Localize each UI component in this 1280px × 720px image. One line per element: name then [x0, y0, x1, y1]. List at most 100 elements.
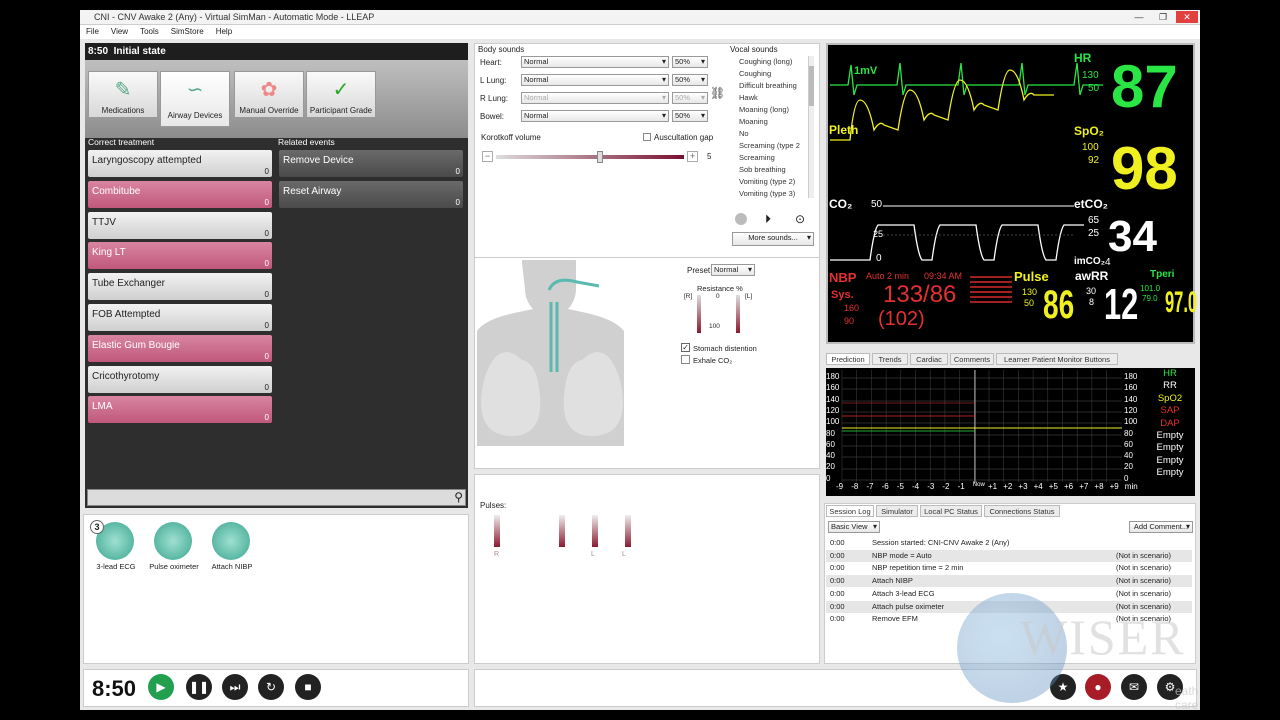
sound-volume-dropdown[interactable]: 50%: [672, 92, 708, 104]
tab-learner-patient-monitor-buttons[interactable]: Learner Patient Monitor Buttons: [996, 353, 1118, 365]
stop-sound-icon[interactable]: [735, 213, 747, 225]
reset-button[interactable]: ↻: [258, 674, 284, 700]
stop-button[interactable]: ■: [295, 674, 321, 700]
y-tick-label: 60: [826, 439, 835, 449]
vocal-sound-item[interactable]: Screaming: [736, 152, 808, 164]
add-comment-button[interactable]: Add Comment...: [1129, 521, 1193, 533]
vocal-sound-item[interactable]: Moaning (long): [736, 104, 808, 116]
device-pulse-oximeter[interactable]: Pulse oximeter: [148, 520, 200, 580]
vocal-sound-item[interactable]: Difficult breathing: [736, 80, 808, 92]
vocal-sound-item[interactable]: Screaming (type 2: [736, 140, 808, 152]
category-airway-devices[interactable]: ∽ Airway Devices: [160, 71, 230, 127]
treatment-button[interactable]: Cricothyrotomy 0: [88, 365, 272, 393]
sound-volume-dropdown[interactable]: 50%: [672, 110, 708, 122]
play-button[interactable]: ▶: [148, 674, 174, 700]
treatment-button[interactable]: Tube Exchanger 0: [88, 273, 272, 301]
related-event-button[interactable]: Reset Airway 0: [279, 180, 463, 208]
treatment-button[interactable]: FOB Attempted 0: [88, 304, 272, 331]
treatment-button[interactable]: LMA 0: [88, 396, 272, 424]
treatment-button[interactable]: Elastic Gum Bougie 0: [88, 334, 272, 362]
treatment-button[interactable]: Combitube 0: [88, 180, 272, 208]
stomach-checkbox[interactable]: ✓: [681, 343, 690, 352]
preset-dropdown[interactable]: Normal: [711, 264, 755, 276]
search-bar[interactable]: ⚲: [87, 489, 466, 506]
skip-button[interactable]: ⏭: [222, 674, 248, 700]
y-tick-label: 100: [826, 417, 840, 427]
radial-pulse-slider-2[interactable]: [592, 515, 598, 547]
loop-sound-icon[interactable]: ⊙: [795, 212, 805, 226]
tab-session-log[interactable]: Session Log: [826, 505, 874, 517]
category-participant-grade[interactable]: ✓ Participant Grade: [306, 71, 376, 118]
volume-slider-thumb[interactable]: [597, 151, 603, 163]
vocal-sound-item[interactable]: Vomiting (type 3): [736, 188, 808, 198]
treatment-button[interactable]: King LT 0: [88, 242, 272, 270]
device-nibp-cuff[interactable]: Attach NIBP: [206, 520, 258, 580]
ecg-badge: 3: [90, 520, 104, 534]
vocal-sound-item[interactable]: Coughing: [736, 68, 808, 80]
category-medications[interactable]: ✎ Medications: [88, 71, 158, 118]
search-icon[interactable]: ⚲: [454, 490, 463, 505]
treatment-label: Cricothyrotomy: [92, 370, 160, 382]
spo2-low-alarm: 92: [1088, 155, 1100, 166]
vocal-sound-item[interactable]: No: [736, 128, 808, 140]
link-icon[interactable]: ⛓: [710, 86, 725, 100]
vocal-sound-list[interactable]: Coughing (long) Coughing Difficult breathi…: [736, 56, 808, 198]
sound-type-dropdown[interactable]: Normal: [521, 110, 669, 122]
category-manual-override[interactable]: ✿ Manual Override: [234, 71, 304, 118]
menu-help[interactable]: Help: [216, 27, 232, 36]
treatment-label: LMA: [92, 401, 113, 413]
volume-slider[interactable]: [496, 155, 684, 159]
vocal-sound-item[interactable]: Vomiting (type 2): [736, 176, 808, 188]
body-sounds-title: Body sounds: [478, 45, 525, 54]
vocal-sound-item[interactable]: Hawk: [736, 92, 808, 104]
pedal-pulse-slider[interactable]: [625, 515, 631, 547]
left-lung-resistance-slider[interactable]: [736, 295, 740, 333]
treatment-count: 0: [264, 351, 269, 361]
menu-view[interactable]: View: [111, 27, 128, 36]
log-view-dropdown[interactable]: Basic View: [828, 521, 880, 533]
tab-local-pc-status[interactable]: Local PC Status: [920, 505, 982, 517]
maximize-button[interactable]: ❐: [1152, 11, 1174, 23]
sound-type-dropdown[interactable]: Normal: [521, 56, 669, 68]
vocal-sound-item[interactable]: Coughing (long): [736, 56, 808, 68]
sound-type-dropdown[interactable]: Normal: [521, 92, 669, 104]
tab-comments[interactable]: Comments: [950, 353, 994, 365]
treatment-count: 0: [264, 382, 269, 392]
more-sounds-button[interactable]: More sounds...: [732, 232, 814, 246]
vocal-sound-item[interactable]: Moaning: [736, 116, 808, 128]
auscultation-checkbox[interactable]: [643, 133, 651, 141]
play-sound-icon[interactable]: ⏵: [765, 212, 771, 227]
radial-pulse-slider[interactable]: [559, 515, 565, 547]
tab-simulator[interactable]: Simulator: [876, 505, 918, 517]
sound-row-label: L Lung:: [480, 76, 507, 85]
device-ecg-electrode[interactable]: 3 3-lead ECG: [90, 520, 142, 580]
right-lung-resistance-slider[interactable]: [697, 295, 701, 333]
exhale-checkbox[interactable]: [681, 355, 690, 364]
menu-simstore[interactable]: SimStore: [171, 27, 204, 36]
tab-trends[interactable]: Trends: [872, 353, 908, 365]
tab-cardiac[interactable]: Cardiac: [910, 353, 948, 365]
tab-prediction[interactable]: Prediction: [826, 353, 870, 365]
treatment-button[interactable]: Laryngoscopy attempted 0: [88, 150, 272, 177]
pause-button[interactable]: ❚❚: [186, 674, 212, 700]
menu-tools[interactable]: Tools: [140, 27, 159, 36]
related-event-button[interactable]: Remove Device 0: [279, 150, 463, 177]
close-button[interactable]: ✕: [1176, 11, 1198, 23]
trend-tabs: Prediction Trends Cardiac Comments Learner P…: [826, 353, 1195, 366]
sound-type-dropdown[interactable]: Normal: [521, 74, 669, 86]
sound-volume-dropdown[interactable]: 50%: [672, 56, 708, 68]
menu-file[interactable]: File: [86, 27, 99, 36]
carotid-pulse-slider[interactable]: [494, 515, 500, 547]
x-tick-label: +6: [1064, 482, 1074, 491]
treatment-button[interactable]: TTJV 0: [88, 211, 272, 239]
record-button[interactable]: ●: [1085, 674, 1111, 700]
volume-minus-button[interactable]: −: [482, 151, 493, 162]
vocal-scrollbar[interactable]: [808, 56, 814, 198]
minimize-button[interactable]: —: [1128, 11, 1150, 23]
sound-volume-dropdown[interactable]: 50%: [672, 74, 708, 86]
tab-connections-status[interactable]: Connections Status: [984, 505, 1060, 517]
pulse-label: Pulse: [1014, 269, 1049, 284]
vocal-sound-item[interactable]: Sob breathing: [736, 164, 808, 176]
volume-plus-button[interactable]: +: [687, 151, 698, 162]
chat-button[interactable]: ✉: [1121, 674, 1147, 700]
